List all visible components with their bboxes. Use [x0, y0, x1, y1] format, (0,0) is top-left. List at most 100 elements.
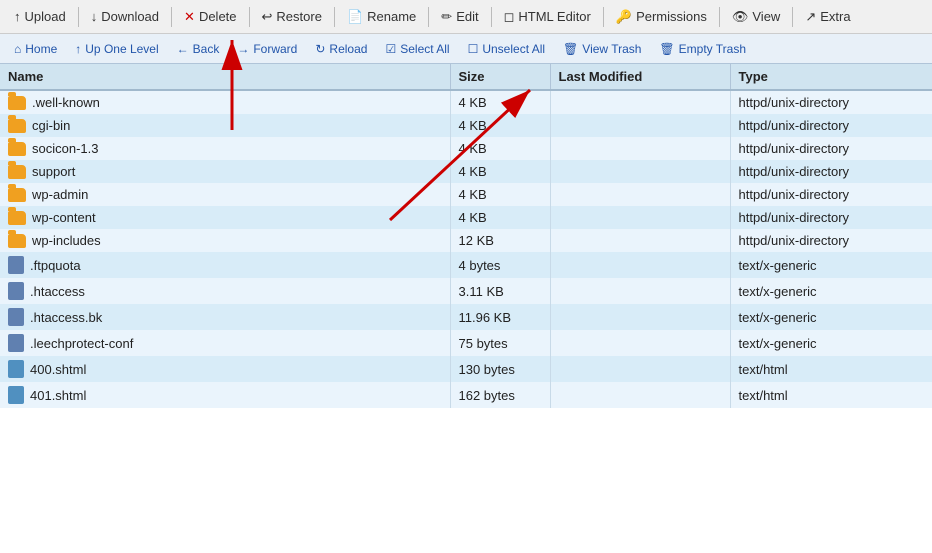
table-row[interactable]: .well-known 4 KB httpd/unix-directory	[0, 90, 932, 114]
file-name-cell: .well-known	[0, 90, 450, 114]
view-label: View	[752, 9, 780, 24]
unselect-all-button[interactable]: ☐ Unselect All	[460, 40, 553, 58]
file-type-cell: text/html	[730, 382, 932, 408]
table-row[interactable]: .htaccess.bk11.96 KBtext/x-generic	[0, 304, 932, 330]
restore-button[interactable]: ↩ Restore	[254, 6, 330, 28]
table-row[interactable]: 401.shtml162 bytestext/html	[0, 382, 932, 408]
separator-8	[719, 7, 720, 27]
file-name: 400.shtml	[30, 362, 86, 377]
file-size-cell: 130 bytes	[450, 356, 550, 382]
view-trash-button[interactable]: 🗑 View Trash	[555, 40, 649, 58]
separator-2	[171, 7, 172, 27]
extra-icon: ↗	[805, 9, 816, 25]
view-trash-icon: 🗑	[563, 42, 578, 56]
folder-icon	[8, 188, 26, 202]
file-name: socicon-1.3	[32, 141, 98, 156]
folder-icon	[8, 165, 26, 179]
extra-label: Extra	[820, 9, 850, 24]
text-file-icon	[8, 256, 24, 274]
upload-icon: ↑	[14, 9, 21, 24]
table-row[interactable]: wp-admin4 KBhttpd/unix-directory	[0, 183, 932, 206]
empty-trash-button[interactable]: 🗑 Empty Trash	[651, 40, 754, 58]
file-size-cell: 4 KB	[450, 206, 550, 229]
table-row[interactable]: cgi-bin4 KBhttpd/unix-directory	[0, 114, 932, 137]
file-modified-cell	[550, 356, 730, 382]
permissions-button[interactable]: 🔑 Permissions	[608, 6, 715, 28]
rename-icon: 📄	[347, 9, 363, 25]
table-row[interactable]: .ftpquota4 bytestext/x-generic	[0, 252, 932, 278]
forward-button[interactable]: → Forward	[229, 40, 305, 58]
home-label: Home	[25, 42, 57, 56]
table-row[interactable]: support4 KBhttpd/unix-directory	[0, 160, 932, 183]
extra-button[interactable]: ↗ Extra	[797, 6, 858, 28]
rename-label: Rename	[367, 9, 416, 24]
file-name: 401.shtml	[30, 388, 86, 403]
file-name: .htaccess	[30, 284, 85, 299]
column-modified[interactable]: Last Modified	[550, 64, 730, 90]
file-type-cell: httpd/unix-directory	[730, 160, 932, 183]
restore-icon: ↩	[262, 9, 273, 25]
file-name-cell: socicon-1.3	[0, 137, 450, 160]
folder-icon	[8, 234, 26, 248]
up-one-level-icon: ↑	[75, 42, 81, 56]
file-name-cell: .leechprotect-conf	[0, 330, 450, 356]
upload-button[interactable]: ↑ Upload	[6, 6, 74, 27]
file-type-cell: httpd/unix-directory	[730, 90, 932, 114]
file-type-cell: text/html	[730, 356, 932, 382]
text-file-icon	[8, 334, 24, 352]
column-type[interactable]: Type	[730, 64, 932, 90]
view-button[interactable]: 👁 View	[724, 6, 788, 28]
restore-label: Restore	[276, 9, 322, 24]
view-trash-label: View Trash	[582, 42, 641, 56]
rename-button[interactable]: 📄 Rename	[339, 6, 424, 28]
file-name: .well-known	[32, 95, 100, 110]
separator-4	[334, 7, 335, 27]
download-icon: ↓	[91, 9, 98, 24]
file-name-cell: wp-content	[0, 206, 450, 229]
table-row[interactable]: socicon-1.34 KBhttpd/unix-directory	[0, 137, 932, 160]
table-row[interactable]: 400.shtml 130 bytes text/html	[0, 356, 932, 382]
table-row[interactable]: .htaccess3.11 KBtext/x-generic	[0, 278, 932, 304]
html-editor-label: HTML Editor	[518, 9, 590, 24]
table-row[interactable]: wp-content4 KBhttpd/unix-directory	[0, 206, 932, 229]
file-name: wp-includes	[32, 233, 101, 248]
delete-button[interactable]: ✕ Delete	[176, 6, 244, 28]
delete-label: Delete	[199, 9, 237, 24]
separator-1	[78, 7, 79, 27]
back-button[interactable]: ← Back	[169, 40, 228, 58]
html-editor-button[interactable]: ◻ HTML Editor	[496, 6, 599, 28]
file-type-cell: httpd/unix-directory	[730, 137, 932, 160]
unselect-all-label: Unselect All	[482, 42, 545, 56]
home-button[interactable]: ⌂ Home	[6, 40, 65, 58]
file-table-container: Name Size Last Modified Type .well-known…	[0, 64, 932, 553]
edit-button[interactable]: ✏ Edit	[433, 6, 486, 28]
file-name: .ftpquota	[30, 258, 81, 273]
file-size-cell: 4 KB	[450, 160, 550, 183]
table-row[interactable]: wp-includes12 KBhttpd/unix-directory	[0, 229, 932, 252]
file-size-cell: 3.11 KB	[450, 278, 550, 304]
html-file-icon	[8, 360, 24, 378]
up-one-level-label: Up One Level	[85, 42, 158, 56]
file-type-cell: httpd/unix-directory	[730, 229, 932, 252]
table-row[interactable]: .leechprotect-conf75 bytestext/x-generic	[0, 330, 932, 356]
html-file-icon	[8, 386, 24, 404]
permissions-label: Permissions	[636, 9, 707, 24]
file-table: Name Size Last Modified Type .well-known…	[0, 64, 932, 408]
column-name[interactable]: Name	[0, 64, 450, 90]
select-all-button[interactable]: ☑ Select All	[377, 40, 457, 58]
file-modified-cell	[550, 90, 730, 114]
file-size-cell: 4 KB	[450, 90, 550, 114]
delete-icon: ✕	[184, 9, 195, 25]
select-all-label: Select All	[400, 42, 449, 56]
file-name-cell: 401.shtml	[0, 382, 450, 408]
separator-9	[792, 7, 793, 27]
column-size[interactable]: Size	[450, 64, 550, 90]
file-size-cell: 75 bytes	[450, 330, 550, 356]
reload-button[interactable]: ↻ Reload	[307, 40, 375, 58]
file-size-cell: 11.96 KB	[450, 304, 550, 330]
up-one-level-button[interactable]: ↑ Up One Level	[67, 40, 166, 58]
file-modified-cell	[550, 304, 730, 330]
file-size-cell: 4 KB	[450, 183, 550, 206]
nav-bar: ⌂ Home ↑ Up One Level ← Back → Forward ↻…	[0, 34, 932, 64]
download-button[interactable]: ↓ Download	[83, 6, 167, 27]
